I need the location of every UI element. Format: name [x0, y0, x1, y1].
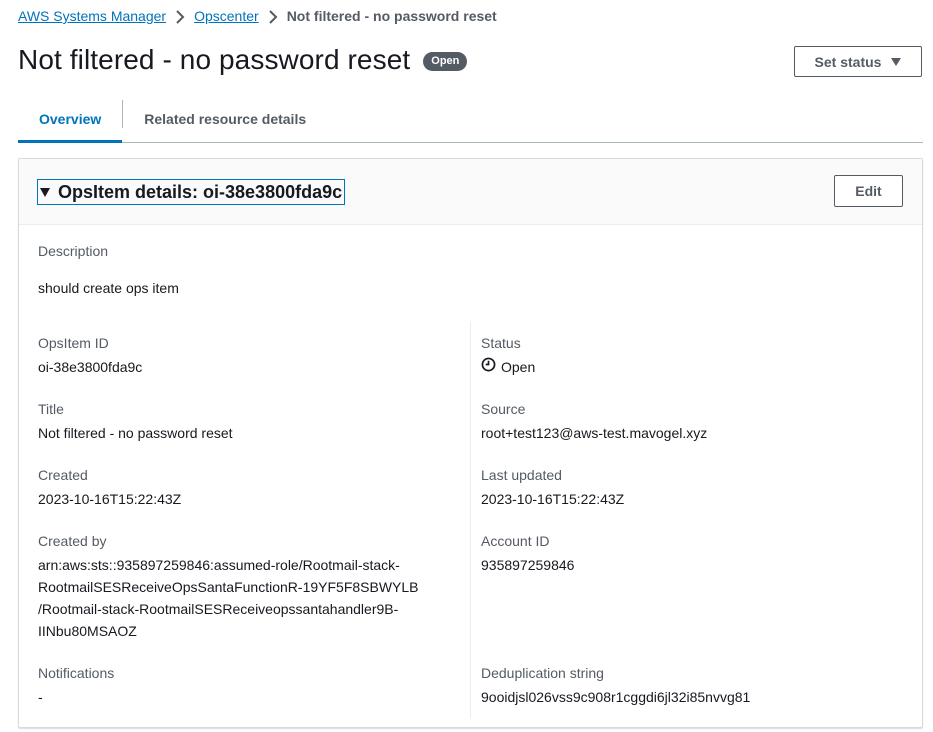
created-by-line: /Rootmail-stack-RootmailSESReceiveopssan… [38, 601, 399, 617]
set-status-label: Set status [814, 53, 882, 70]
opsitem-details-panel: OpsItem details: oi-38e3800fda9c Edit De… [18, 158, 923, 728]
status-label: Status [481, 335, 521, 351]
status-text: Open [501, 359, 536, 375]
created-by-label: Created by [38, 533, 107, 549]
title-value: Not filtered - no password reset [38, 425, 233, 441]
status-badge: Open [423, 51, 468, 71]
title-row: Not filtered - no password reset Open [18, 44, 468, 76]
opsitem-details-expander[interactable]: OpsItem details: oi-38e3800fda9c [37, 179, 346, 205]
description-value: should create ops item [38, 280, 179, 296]
account-id-label: Account ID [481, 533, 550, 549]
tab-bar: Overview Related resource details [18, 96, 923, 143]
source-label: Source [481, 401, 526, 417]
deduplication-string-value: 9ooidjsl026vss9c908r1cggdi6jl32i85nvvg81 [481, 689, 751, 705]
title-label: Title [38, 401, 64, 417]
deduplication-string-label: Deduplication string [481, 665, 604, 681]
created-by-line: IINbu80MSAOZ [38, 623, 137, 639]
chevron-right-icon [259, 8, 287, 24]
column-divider [470, 321, 471, 719]
breadcrumb-link-systems-manager[interactable]: AWS Systems Manager [18, 8, 166, 24]
chevron-right-icon [166, 8, 194, 24]
notifications-value: - [38, 689, 43, 705]
caret-down-icon [891, 57, 902, 66]
last-updated-value: 2023-10-16T15:22:43Z [481, 491, 625, 507]
account-id-value: 935897259846 [481, 557, 575, 573]
source-value: root+test123@aws-test.mavogel.xyz [481, 425, 708, 441]
clock-icon [481, 356, 496, 378]
opsitem-id-label: OpsItem ID [38, 335, 109, 351]
notifications-label: Notifications [38, 665, 115, 681]
panel-header: OpsItem details: oi-38e3800fda9c Edit [19, 159, 922, 225]
edit-button[interactable]: Edit [834, 175, 903, 207]
description-label: Description [38, 243, 109, 259]
breadcrumb-current: Not filtered - no password reset [286, 8, 497, 24]
created-by-line: RootmailSESReceiveOpsSantaFunctionR-19YF… [38, 579, 419, 595]
page-title: Not filtered - no password reset [18, 44, 411, 75]
tab-overview[interactable]: Overview [18, 96, 123, 143]
breadcrumb-link-opscenter[interactable]: Opscenter [194, 8, 259, 24]
last-updated-label: Last updated [481, 467, 562, 483]
opsitem-id-value: oi-38e3800fda9c [38, 359, 143, 375]
panel-title: OpsItem details: oi-38e3800fda9c [58, 181, 343, 202]
breadcrumb: AWS Systems Manager Opscenter Not filter… [18, 6, 497, 26]
caret-down-icon [40, 187, 50, 197]
created-value: 2023-10-16T15:22:43Z [38, 491, 182, 507]
tab-related-resource-details[interactable]: Related resource details [123, 96, 327, 142]
created-by-value: arn:aws:sts::935897259846:assumed-role/R… [38, 554, 419, 642]
created-by-line: arn:aws:sts::935897259846:assumed-role/R… [38, 557, 400, 573]
created-label: Created [38, 467, 88, 483]
status-value: Open [481, 356, 535, 378]
set-status-button[interactable]: Set status [794, 46, 922, 77]
